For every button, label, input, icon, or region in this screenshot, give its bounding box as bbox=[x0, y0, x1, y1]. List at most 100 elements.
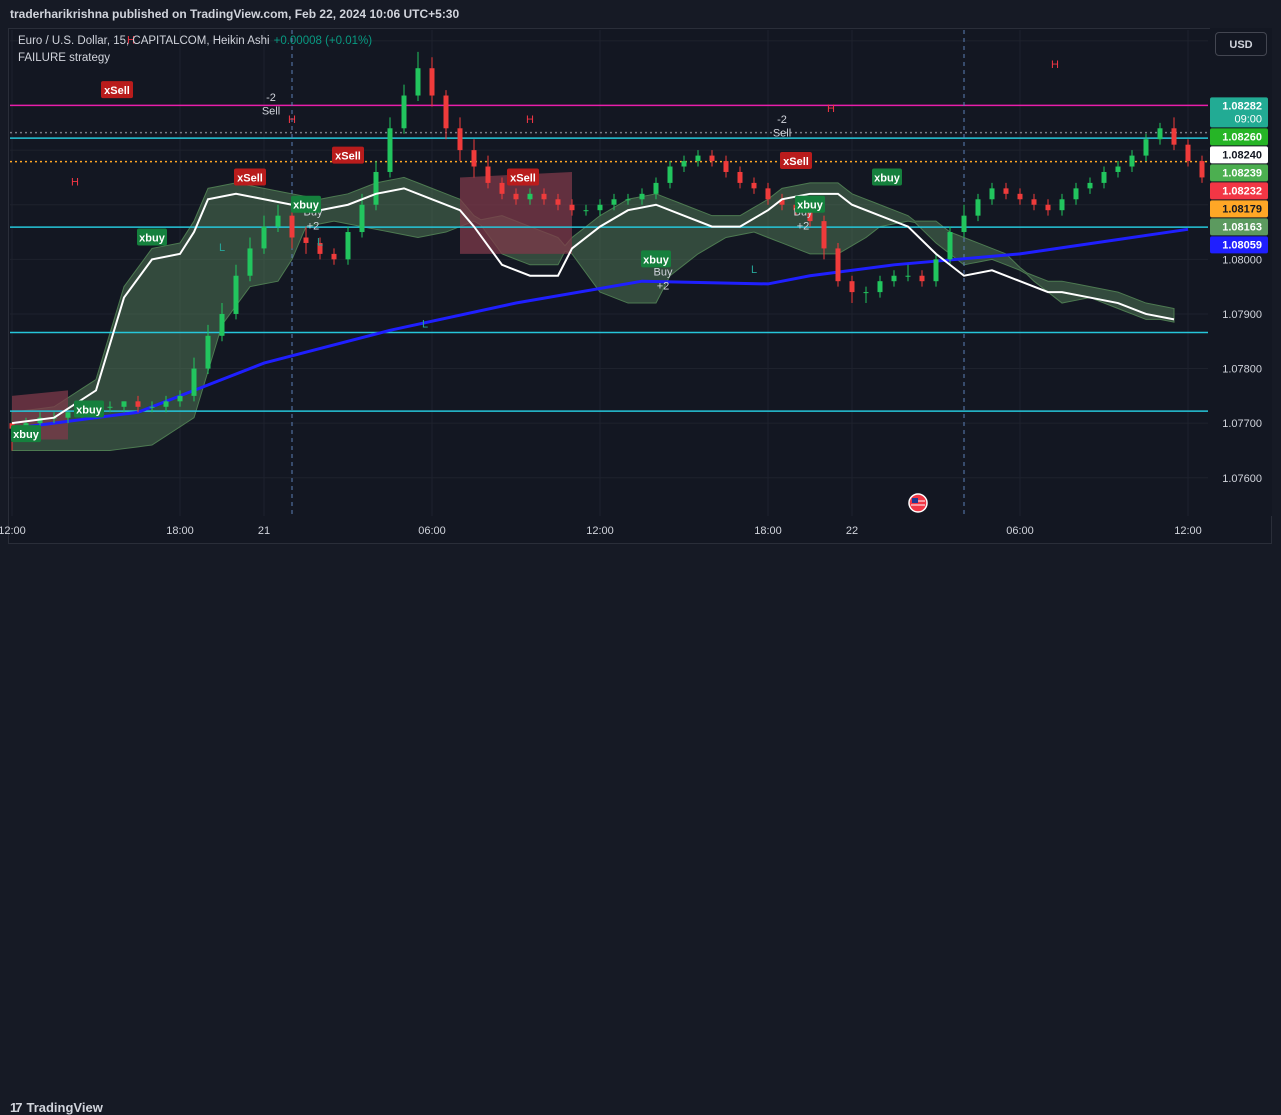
candle-body bbox=[247, 248, 253, 276]
tradingview-logo[interactable]: 17 TradingView bbox=[10, 1100, 103, 1115]
annotation-text: H bbox=[71, 177, 79, 189]
xbuy-label[interactable]: xbuy bbox=[11, 425, 41, 443]
candle-body bbox=[1199, 161, 1205, 178]
candle-body bbox=[1003, 188, 1009, 194]
candle-body bbox=[387, 128, 393, 172]
signal-label-text: xSell bbox=[237, 172, 263, 184]
candle-body bbox=[1031, 199, 1037, 205]
price-badge: 1.08232 bbox=[1210, 182, 1268, 200]
time-tick-label: 18:00 bbox=[754, 525, 782, 537]
annotation-text: H bbox=[827, 103, 835, 115]
xbuy-label[interactable]: xbuy bbox=[137, 228, 167, 246]
candle-body bbox=[191, 368, 197, 396]
candle-body bbox=[863, 292, 869, 294]
us-flag-icon[interactable] bbox=[908, 493, 928, 513]
candle-body bbox=[709, 155, 715, 162]
candle-body bbox=[1143, 139, 1149, 156]
xbuy-label[interactable]: xbuy bbox=[641, 250, 671, 268]
candle-body bbox=[583, 210, 589, 212]
candle-body bbox=[65, 412, 71, 418]
candle-body bbox=[541, 193, 547, 200]
signal-label-text: xbuy bbox=[76, 405, 103, 417]
candle-body bbox=[275, 215, 281, 227]
candle-body bbox=[653, 182, 659, 194]
candle-body bbox=[849, 281, 855, 293]
price-badge: 1.08179 bbox=[1210, 200, 1268, 218]
candle-body bbox=[765, 188, 771, 200]
xsell-label[interactable]: xSell bbox=[234, 168, 266, 186]
xsell-label[interactable]: xSell bbox=[507, 168, 539, 186]
tradingview-logo-mark: 17 bbox=[10, 1100, 23, 1115]
currency-button[interactable]: USD bbox=[1215, 32, 1267, 56]
candle-body bbox=[163, 401, 169, 407]
annotation-text: H bbox=[288, 114, 296, 126]
xbuy-label[interactable]: xbuy bbox=[872, 168, 902, 186]
candle-body bbox=[303, 237, 309, 243]
price-badge: 1.08260 bbox=[1210, 128, 1268, 146]
candle-body bbox=[877, 281, 883, 293]
xsell-label[interactable]: xSell bbox=[780, 152, 812, 170]
candle-body bbox=[499, 182, 505, 194]
candle-body bbox=[373, 171, 379, 205]
price-badge: 1.0828209:00 bbox=[1210, 97, 1268, 128]
xbuy-label[interactable]: xbuy bbox=[74, 400, 104, 418]
candle-body bbox=[1017, 193, 1023, 200]
candle-body bbox=[611, 199, 617, 205]
candle-body bbox=[429, 68, 435, 96]
candle-body bbox=[443, 95, 449, 129]
price-tick-label: 1.07700 bbox=[1222, 418, 1262, 430]
annotation-text: Sell bbox=[773, 127, 791, 139]
price-badge: 1.08239 bbox=[1210, 164, 1268, 182]
candle-body bbox=[289, 215, 295, 238]
time-tick-label: 21 bbox=[258, 525, 270, 537]
candle-body bbox=[639, 193, 645, 200]
time-axis: 12:00 18:00 21 06:00 12:00 18:00 22 06:00 12:00 bbox=[0, 525, 1202, 537]
candle-body bbox=[1059, 199, 1065, 211]
signal-label-text: xbuy bbox=[293, 200, 320, 212]
price-tick-label: 1.07600 bbox=[1222, 473, 1262, 485]
footer: 17 TradingView bbox=[0, 545, 1281, 1115]
candle-body bbox=[919, 275, 925, 282]
signal-label-text: xbuy bbox=[797, 200, 824, 212]
time-tick-label: 12:00 bbox=[0, 525, 26, 537]
candle-body bbox=[121, 401, 127, 407]
candle-body bbox=[457, 128, 463, 151]
candle-body bbox=[471, 150, 477, 167]
tradingview-brand: TradingView bbox=[26, 1100, 103, 1115]
annotation-text: +2 bbox=[797, 220, 810, 232]
signal-label-text: xbuy bbox=[139, 233, 166, 245]
signal-label-text: xSell bbox=[783, 156, 809, 168]
strategy-legend[interactable]: FAILURE strategy bbox=[18, 52, 110, 64]
candle-body bbox=[149, 406, 155, 408]
xbuy-label[interactable]: xbuy bbox=[291, 195, 321, 213]
xbuy-label[interactable]: xbuy bbox=[795, 195, 825, 213]
candle-body bbox=[835, 248, 841, 282]
candle-body bbox=[1087, 182, 1093, 189]
xsell-label[interactable]: xSell bbox=[332, 146, 364, 164]
signal-label-text: xbuy bbox=[874, 172, 901, 184]
price-badge: 1.08059 bbox=[1210, 236, 1268, 254]
price-badge-text: 1.08239 bbox=[1222, 167, 1262, 179]
candle-body bbox=[933, 259, 939, 282]
signal-label-text: xbuy bbox=[643, 254, 670, 266]
price-badge-text: 1.08179 bbox=[1222, 203, 1262, 215]
price-badge-text: 1.08232 bbox=[1222, 185, 1262, 197]
price-badge-text: 1.08260 bbox=[1222, 131, 1262, 143]
candle-body bbox=[401, 95, 407, 129]
candle-body bbox=[1101, 171, 1107, 183]
price-tick-label: 1.07900 bbox=[1222, 309, 1262, 321]
xsell-label[interactable]: xSell bbox=[101, 81, 133, 99]
candle-body bbox=[989, 188, 995, 200]
price-change: +0.00008 (+0.01%) bbox=[273, 35, 373, 47]
symbol-legend[interactable]: Euro / U.S. Dollar, 15, CAPITALCOM, Heik… bbox=[18, 35, 372, 47]
candle-body bbox=[597, 204, 603, 211]
candle-body bbox=[975, 199, 981, 216]
price-badge-text: 1.08282 bbox=[1222, 100, 1262, 112]
candle-body bbox=[737, 171, 743, 183]
price-badges: 1.0828209:00 1.08260 1.08240 1.08239 1.08232… bbox=[1210, 97, 1268, 254]
candle-body bbox=[905, 275, 911, 277]
candle-body bbox=[961, 215, 967, 233]
candle-body bbox=[1045, 204, 1051, 211]
candle-body bbox=[1073, 188, 1079, 200]
price-chart[interactable]: HHHHHHLLLL-2Sell-2SellBuy+2Buy+2Buy+2 xS… bbox=[0, 0, 1281, 579]
